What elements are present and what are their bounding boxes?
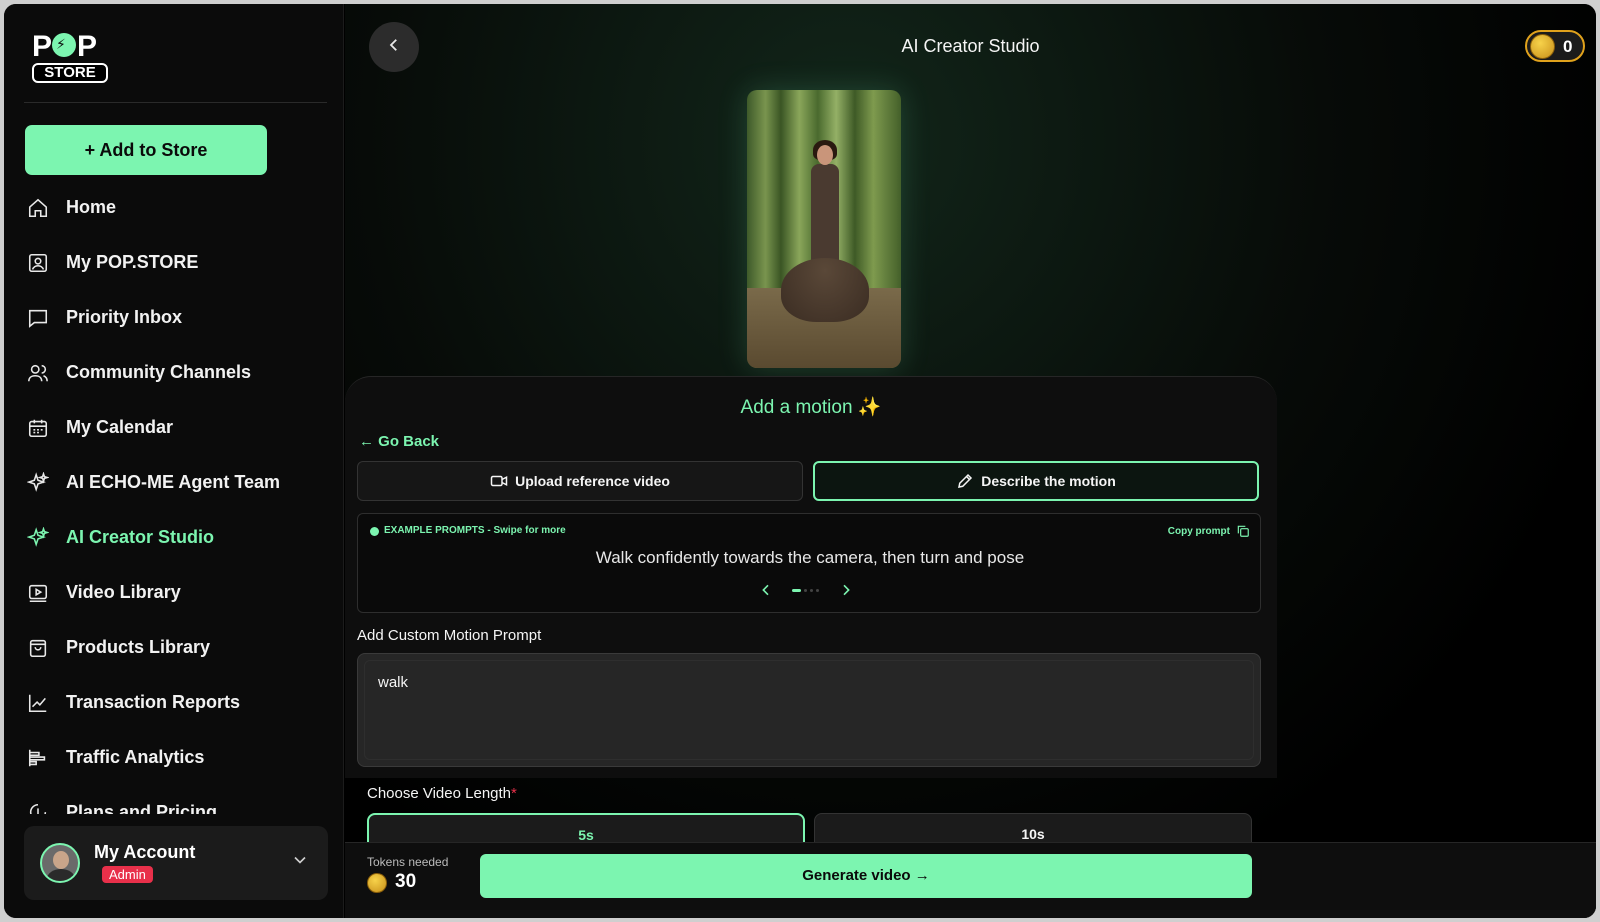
sidebar-item-community-channels[interactable]: Community Channels <box>4 345 344 400</box>
sidebar-item-label: Home <box>66 197 117 217</box>
status-dot <box>370 527 379 536</box>
add-to-store-button[interactable]: + Add to Store <box>25 125 267 175</box>
sidebar-item-label: Products Library <box>66 637 211 657</box>
image-figure-dress <box>781 258 869 322</box>
sidebar-item-transaction-reports[interactable]: Transaction Reports <box>4 675 344 730</box>
video-length-label-text: Choose Video Length <box>367 785 512 802</box>
upload-reference-video-button[interactable]: Upload reference video <box>357 461 803 501</box>
sidebar-item-label: My Calendar <box>66 417 174 437</box>
sidebar-item-label: Transaction Reports <box>66 692 241 712</box>
home-icon <box>26 196 50 220</box>
chevron-left-icon[interactable] <box>758 582 774 598</box>
video-length-label: Choose Video Length* <box>367 785 517 802</box>
tokens-needed-value: 30 <box>395 871 417 892</box>
sidebar-item-label: My POP.STORE <box>66 252 199 272</box>
coin-balance[interactable]: 0 <box>1525 30 1585 62</box>
describe-motion-button[interactable]: Describe the motion <box>813 461 1259 501</box>
carousel-dot[interactable] <box>816 589 819 592</box>
required-marker: * <box>511 785 517 802</box>
sidebar-item-products-library[interactable]: Products Library <box>4 620 344 675</box>
copy-prompt-button[interactable]: Copy prompt <box>1168 524 1250 538</box>
upload-label: Upload reference video <box>515 473 670 489</box>
carousel-pager <box>758 582 862 598</box>
sidebar-item-video-library[interactable]: Video Library <box>4 565 344 620</box>
main-content: AI Creator Studio 0 Add a motion ✨ ← Go … <box>345 4 1596 918</box>
custom-motion-prompt-input[interactable]: walk <box>364 660 1254 760</box>
carousel-dot[interactable] <box>804 589 807 592</box>
sparkles-icon <box>26 471 50 495</box>
video-camera-icon <box>490 472 508 490</box>
example-prompts-label: EXAMPLE PROMPTS - Swipe for more <box>384 525 566 536</box>
sidebar-item-label: AI ECHO-ME Agent Team <box>66 472 281 492</box>
sidebar-item-label: Traffic Analytics <box>66 747 205 767</box>
coin-icon <box>367 873 387 893</box>
users-icon <box>26 361 50 385</box>
sidebar-item-ai-echo-me-agent-team[interactable]: AI ECHO-ME Agent Team <box>4 455 344 510</box>
source-image-preview <box>747 90 901 368</box>
chevron-right-icon[interactable] <box>838 582 854 598</box>
calendar-icon <box>26 416 50 440</box>
generate-footer: Tokens needed 30 Generate video → <box>345 842 1596 918</box>
logo-store: STORE <box>32 63 108 83</box>
store-profile-icon <box>26 251 50 275</box>
custom-motion-prompt-field: walk <box>357 653 1261 767</box>
sidebar-item-my-calendar[interactable]: My Calendar <box>4 400 344 455</box>
tokens-needed-label: Tokens needed <box>367 855 449 869</box>
sidebar-item-label: Priority Inbox <box>66 307 183 327</box>
chat-bubble-icon <box>26 306 50 330</box>
sidebar-item-priority-inbox[interactable]: Priority Inbox <box>4 290 344 345</box>
motion-panel-title: Add a motion ✨ <box>740 397 882 418</box>
sidebar-item-label: Community Channels <box>66 362 252 382</box>
sidebar-item-my-pop-store[interactable]: My POP.STORE <box>4 235 344 290</box>
logo-p1: P <box>32 30 52 63</box>
coin-count: 0 <box>1563 37 1573 56</box>
copy-prompt-label: Copy prompt <box>1167 525 1230 537</box>
sidebar-item-label: Video Library <box>66 582 181 602</box>
role-badge: Admin <box>102 866 153 883</box>
shopping-bag-icon <box>26 636 50 660</box>
account-name: My Account <box>94 842 196 862</box>
video-library-icon <box>26 581 50 605</box>
pop-store-logo[interactable]: PP STORE <box>28 30 108 83</box>
carousel-dot[interactable] <box>810 589 813 592</box>
carousel-dots <box>792 589 822 607</box>
sidebar-nav: Home My POP.STORE Priority Inbox Communi… <box>4 180 344 814</box>
bolt-icon <box>52 33 77 58</box>
go-back-link[interactable]: ← Go Back <box>359 433 439 450</box>
pricing-icon <box>26 801 50 814</box>
image-figure-head <box>817 145 833 165</box>
sidebar: PP STORE + Add to Store Home My POP.STOR… <box>4 4 344 918</box>
chevron-down-icon[interactable] <box>290 850 310 870</box>
coin-icon <box>1530 34 1555 59</box>
sidebar-item-ai-creator-studio[interactable]: AI Creator Studio <box>4 510 344 565</box>
example-prompts-carousel[interactable]: EXAMPLE PROMPTS - Swipe for more Copy pr… <box>357 513 1261 613</box>
bar-chart-icon <box>26 746 50 770</box>
avatar <box>40 843 80 883</box>
sidebar-item-label: AI Creator Studio <box>66 527 215 547</box>
sidebar-item-plans-and-pricing[interactable]: Plans and Pricing <box>4 785 344 814</box>
sidebar-item-home[interactable]: Home <box>4 180 344 235</box>
sidebar-item-label: Plans and Pricing <box>66 802 218 814</box>
line-chart-icon <box>26 691 50 715</box>
describe-label: Describe the motion <box>981 473 1116 489</box>
generate-video-button[interactable]: Generate video → <box>480 854 1252 898</box>
sidebar-divider <box>24 102 327 103</box>
page-title: AI Creator Studio <box>901 36 1040 56</box>
app-window: PP STORE + Add to Store Home My POP.STOR… <box>4 4 1596 918</box>
account-menu[interactable]: My Account Admin <box>24 826 328 900</box>
pencil-icon <box>956 472 974 490</box>
sparkles-icon <box>26 526 50 550</box>
custom-motion-prompt-label: Add Custom Motion Prompt <box>357 627 542 644</box>
sidebar-item-traffic-analytics[interactable]: Traffic Analytics <box>4 730 344 785</box>
copy-icon <box>1236 524 1250 538</box>
logo-p2: P <box>77 30 97 63</box>
example-prompt-text: Walk confidently towards the camera, the… <box>595 548 1025 567</box>
motion-panel: Add a motion ✨ ← Go Back Upload referenc… <box>345 376 1277 778</box>
carousel-dot[interactable] <box>792 589 801 592</box>
